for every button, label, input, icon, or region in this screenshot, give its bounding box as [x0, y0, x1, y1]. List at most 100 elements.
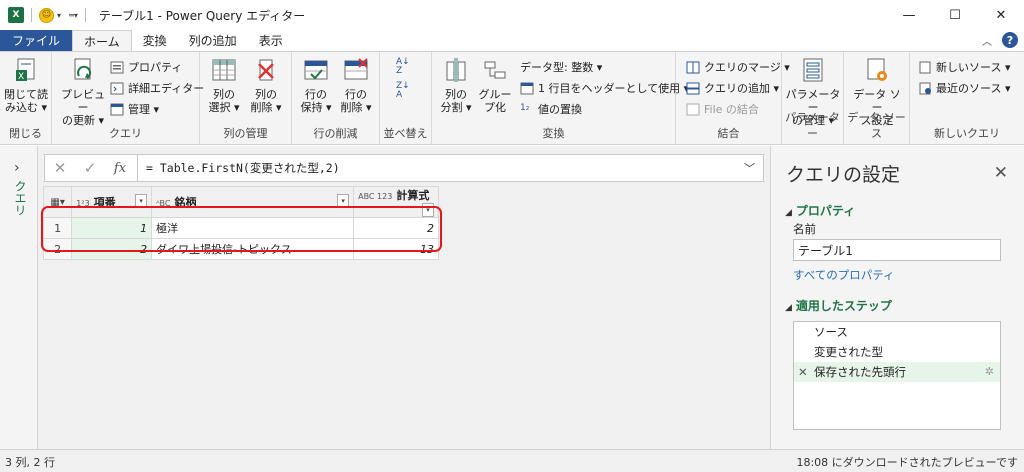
any-type-icon[interactable]: ABC 123 [358, 192, 392, 201]
group-by-label-1: グルー [478, 88, 512, 101]
tab-view[interactable]: 表示 [248, 30, 294, 51]
step-label: 保存された先頭行 [814, 365, 906, 379]
group-by-icon [481, 56, 509, 86]
choose-columns-icon [210, 56, 238, 86]
group-label-manage-columns: 列の管理 [223, 127, 268, 140]
step-settings-gear-icon[interactable]: ✲ [985, 362, 994, 382]
merge-queries-button[interactable]: クエリのマージ ▾ [686, 58, 790, 76]
ribbon: X 閉じて読 み込む ▾ 閉じる プレビュー の更新 ▾ プロパティ 詳細エディ… [0, 51, 1024, 145]
use-first-row-headers-button[interactable]: 1 行目をヘッダーとして使用 ▾ [520, 79, 689, 97]
close-load-label-1: 閉じて読 [4, 88, 48, 101]
maximize-button[interactable]: ☐ [932, 0, 978, 30]
group-transform: 列の 分割 ▾ グルー プ化 データ型: 整数 ▾ 1 行目をヘッダーとして使用… [432, 52, 689, 144]
remove-columns-label-2: 削除 ▾ [250, 101, 282, 114]
combine-files-label: File の結合 [704, 103, 759, 116]
sort-ascending-icon: A↓ Z [396, 57, 410, 76]
query-name-field[interactable] [793, 239, 1001, 261]
ribbon-collapse-icon[interactable]: ︿ [982, 33, 992, 48]
group-sort: A↓ Z Z↓ A 並べ替え [380, 52, 432, 144]
quick-access-customize-icon[interactable]: ═▾ [69, 11, 78, 20]
properties-header-label: プロパティ [795, 204, 856, 218]
tab-file[interactable]: ファイル [0, 30, 73, 51]
remove-rows-button[interactable]: 行の 削除 ▾ [336, 56, 376, 114]
replace-values-button[interactable]: 1₂ 値の置換 [520, 100, 582, 118]
close-settings-icon[interactable]: ✕ [994, 163, 1008, 183]
properties-button[interactable]: プロパティ [110, 58, 182, 76]
formula-input[interactable]: = Table.FirstN(変更された型,2) [146, 160, 340, 176]
data-type-dropdown[interactable]: データ型: 整数 ▾ [520, 58, 602, 76]
recent-sources-button[interactable]: 最近のソース ▾ [918, 79, 1010, 97]
group-label-transform: 変換 [542, 127, 565, 140]
merge-queries-label: クエリのマージ ▾ [704, 61, 790, 74]
parameters-icon [799, 56, 827, 86]
group-close: X 閉じて読 み込む ▾ 閉じる [0, 52, 52, 144]
applied-steps-list: ソース 変更された型 ✕ 保存された先頭行 ✲ [793, 321, 1001, 430]
group-by-button[interactable]: グルー プ化 [476, 56, 514, 114]
group-label-reduce-rows: 行の削減 [313, 127, 358, 140]
sort-ascending-button[interactable]: A↓ Z [396, 58, 410, 76]
group-new-query: 新しいソース ▾ 最近のソース ▾ 新しいクエリ [910, 52, 1024, 144]
help-icon[interactable]: ? [1002, 32, 1018, 48]
remove-columns-button[interactable]: 列の 削除 ▾ [246, 56, 286, 114]
remove-columns-label-1: 列の [255, 88, 277, 101]
close-window-button[interactable]: ✕ [978, 0, 1024, 30]
fx-icon[interactable]: fx [105, 161, 135, 176]
properties-section-header[interactable]: ◢ プロパティ [785, 202, 855, 219]
properties-icon [110, 61, 124, 74]
collapse-arrow-icon[interactable]: ◢ [785, 208, 792, 218]
group-by-label-2: プ化 [484, 101, 506, 114]
tab-transform[interactable]: 変換 [132, 30, 178, 51]
close-load-label-2: み込む ▾ [4, 101, 48, 114]
tab-add-column[interactable]: 列の追加 [178, 30, 248, 51]
combine-files-button[interactable]: File の結合 [686, 100, 759, 118]
queries-pane-collapsed[interactable]: › クエリ [0, 146, 38, 449]
recent-sources-label: 最近のソース ▾ [936, 82, 1011, 95]
name-label: 名前 [793, 222, 816, 236]
split-column-button[interactable]: 列の 分割 ▾ [436, 56, 476, 114]
split-column-icon [442, 56, 470, 86]
delete-step-icon[interactable]: ✕ [798, 362, 808, 382]
title-bar: X ☺ ▾ ═▾ テーブル1 - Power Query エディター — ☐ ✕ [0, 0, 1024, 30]
query-settings-pane: クエリの設定 ✕ ◢プロパティ 名前 すべてのプロパティ ◢適用したステップ ソ… [770, 146, 1024, 449]
formula-separator [137, 155, 138, 181]
tab-home[interactable]: ホーム [72, 30, 132, 51]
append-queries-label: クエリの追加 ▾ [704, 82, 780, 95]
refresh-icon [69, 56, 97, 86]
applied-step-selected[interactable]: ✕ 保存された先頭行 ✲ [794, 362, 1000, 382]
applied-step[interactable]: ソース [794, 322, 1000, 342]
refresh-preview-button[interactable]: プレビュー の更新 ▾ [58, 56, 108, 127]
group-label-parameters: パラメーター [785, 111, 840, 140]
expand-queries-chevron-icon[interactable]: › [14, 160, 20, 176]
remove-rows-label-1: 行の [345, 88, 367, 101]
choose-columns-label-2: 選択 ▾ [208, 101, 240, 114]
sort-descending-button[interactable]: Z↓ A [396, 82, 410, 100]
append-queries-button[interactable]: クエリの追加 ▾ [686, 79, 779, 97]
manage-button[interactable]: 管理 ▾ [110, 100, 159, 118]
minimize-button[interactable]: — [886, 0, 932, 30]
smiley-dropdown-icon[interactable]: ▾ [57, 11, 61, 20]
cancel-formula-icon[interactable]: ✕ [45, 159, 75, 177]
expand-formula-chevron-icon[interactable]: ﹀ [744, 160, 755, 176]
applied-steps-section-header[interactable]: ◢ 適用したステップ [785, 297, 892, 314]
replace-values-label: 値の置換 [538, 103, 582, 116]
group-label-new-query: 新しいクエリ [934, 127, 1000, 140]
keep-rows-label-1: 行の [305, 88, 327, 101]
queries-pane-label: クエリ [13, 180, 27, 216]
keep-rows-button[interactable]: 行の 保持 ▾ [296, 56, 336, 114]
all-properties-link[interactable]: すべてのプロパティ [793, 267, 895, 283]
combine-files-icon [686, 103, 700, 116]
smiley-feedback-icon[interactable]: ☺ [39, 7, 54, 23]
svg-text:X: X [18, 72, 24, 82]
close-and-load-button[interactable]: X 閉じて読 み込む ▾ [4, 56, 48, 114]
excel-logo-icon: X [8, 7, 24, 23]
advanced-editor-label: 詳細エディター [128, 82, 205, 95]
new-source-button[interactable]: 新しいソース ▾ [918, 58, 1010, 76]
applied-step[interactable]: 変更された型 [794, 342, 1000, 362]
choose-columns-button[interactable]: 列の 選択 ▾ [204, 56, 244, 114]
separator [84, 8, 86, 22]
ribbon-tabs: ファイル ホーム 変換 列の追加 表示 ︿ ? [0, 30, 1024, 51]
advanced-editor-button[interactable]: 詳細エディター [110, 79, 204, 97]
use-first-row-headers-label: 1 行目をヘッダーとして使用 ▾ [538, 82, 690, 95]
confirm-formula-icon[interactable]: ✓ [75, 159, 105, 177]
collapse-arrow-icon[interactable]: ◢ [785, 303, 792, 313]
